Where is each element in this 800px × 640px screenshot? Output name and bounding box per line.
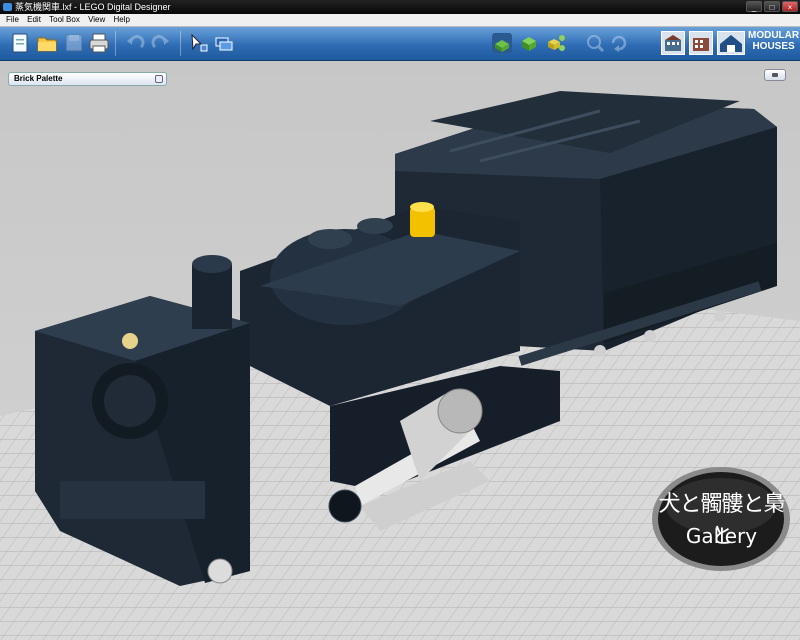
menu-help[interactable]: Help — [114, 14, 130, 26]
brick-palette-header[interactable]: Brick Palette — [8, 72, 167, 86]
clone-tool-icon[interactable] — [213, 32, 235, 54]
app-icon — [3, 3, 12, 11]
close-button[interactable]: × — [782, 1, 798, 12]
instructions-mode-icon[interactable] — [545, 32, 567, 54]
menu-bar: File Edit Tool Box View Help — [0, 14, 800, 27]
house-thumbnail-2[interactable] — [689, 31, 713, 55]
minimize-button[interactable]: _ — [746, 1, 762, 12]
brick-palette-title: Brick Palette — [14, 74, 63, 83]
undo-icon[interactable] — [124, 32, 146, 54]
select-tool-icon[interactable] — [188, 32, 210, 54]
modular-houses-label: MODULAR HOUSES — [748, 30, 799, 52]
watermark-gallery: Gallery — [685, 524, 758, 548]
save-icon[interactable] — [63, 32, 85, 54]
rotate-icon[interactable] — [608, 32, 630, 54]
title-bar: 蒸気機関車.lxf - LEGO Digital Designer _ □ × — [0, 0, 800, 14]
palette-toggle-button[interactable] — [155, 75, 163, 83]
menu-edit[interactable]: Edit — [27, 14, 41, 26]
zoom-icon[interactable] — [584, 32, 606, 54]
new-file-icon[interactable] — [9, 32, 31, 54]
build-mode-icon[interactable] — [491, 32, 513, 54]
brand-line-2: HOUSES — [752, 41, 795, 52]
view-mode-icon[interactable] — [518, 32, 540, 54]
print-icon[interactable] — [88, 32, 110, 54]
brand-line-1: MODULAR — [748, 30, 800, 41]
menu-file[interactable]: File — [6, 14, 19, 26]
house-logo-icon — [717, 31, 745, 55]
window-title: 蒸気機関車.lxf - LEGO Digital Designer — [15, 2, 171, 12]
camera-button[interactable] — [764, 69, 786, 81]
house-thumbnail-1[interactable] — [661, 31, 685, 55]
menu-toolbox[interactable]: Tool Box — [49, 14, 80, 26]
menu-view[interactable]: View — [88, 14, 105, 26]
toolbar: MODULAR HOUSES — [0, 27, 800, 61]
redo-icon[interactable] — [150, 32, 172, 54]
gallery-watermark: 犬と髑髏と梟と Gallery — [651, 466, 792, 573]
open-folder-icon[interactable] — [36, 32, 58, 54]
maximize-button[interactable]: □ — [764, 1, 780, 12]
